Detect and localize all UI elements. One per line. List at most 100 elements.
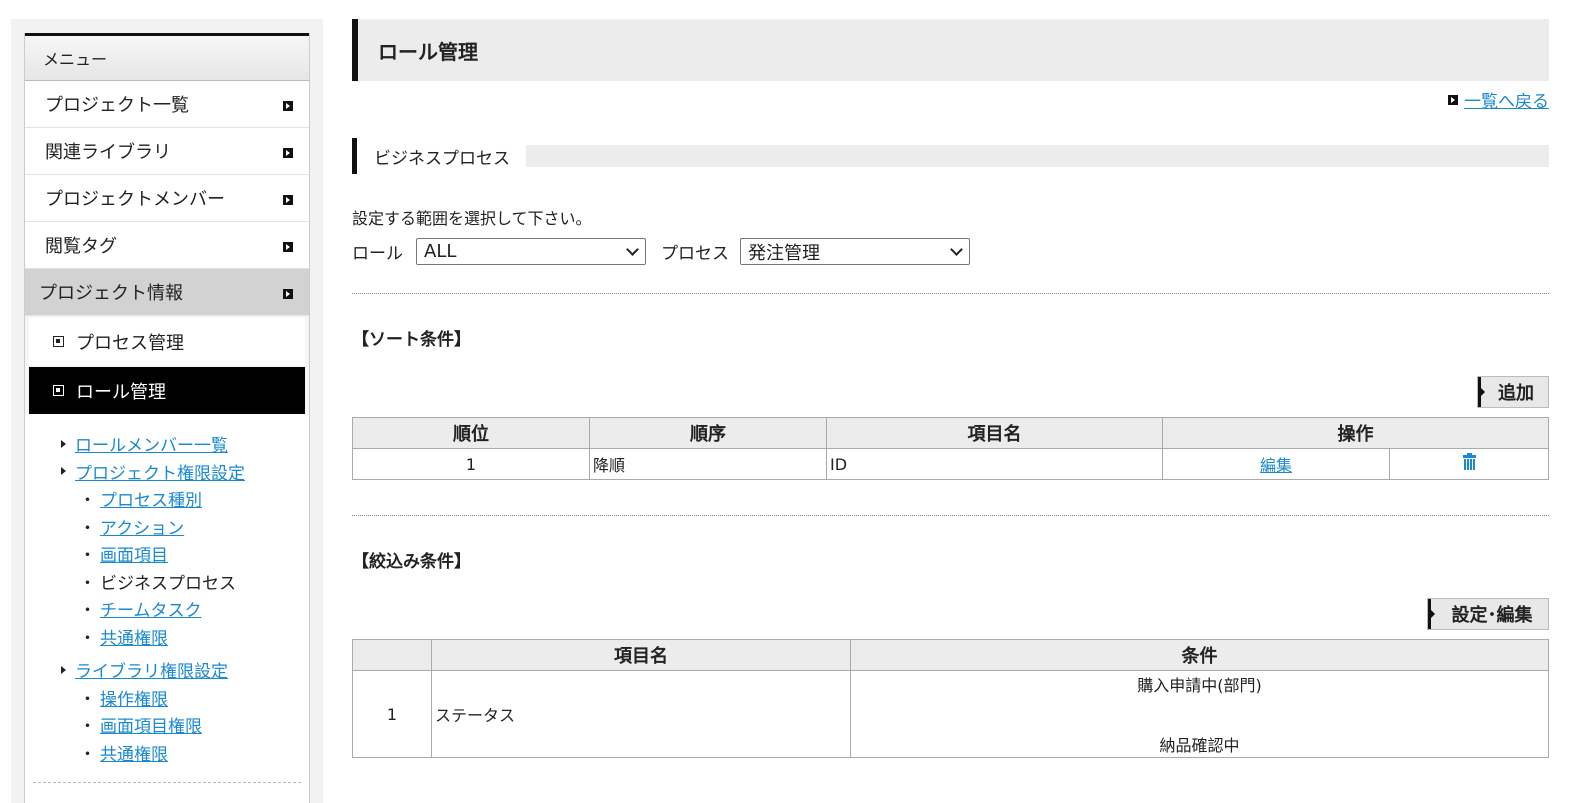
bullet: ・ bbox=[79, 601, 96, 622]
link-row: プロジェクト権限設定 bbox=[61, 458, 309, 486]
trash-icon[interactable] bbox=[1462, 452, 1476, 470]
link-row: ・ 共通権限 bbox=[61, 739, 309, 767]
submenu-item-role-management[interactable]: ロール管理 bbox=[29, 367, 305, 414]
sidebar-item-view-tags[interactable]: 閲覧タグ bbox=[25, 222, 309, 269]
sidebar-item-label: プロジェクトメンバー bbox=[45, 189, 225, 210]
cell-order: 降順 bbox=[589, 448, 827, 480]
cell-no: 1 bbox=[352, 670, 432, 758]
triangle-bullet-icon bbox=[61, 439, 66, 448]
condition-value: 購入申請中(部門) bbox=[1137, 676, 1262, 695]
square-bullet-icon bbox=[53, 336, 64, 347]
sidebar-item-project-list[interactable]: プロジェクト一覧 bbox=[25, 81, 309, 128]
link-row: ・ ビジネスプロセス bbox=[61, 568, 309, 596]
submenu-item-process-management[interactable]: プロセス管理 bbox=[29, 318, 305, 365]
operation-permissions-link[interactable]: 操作権限 bbox=[100, 685, 168, 710]
bullet: ・ bbox=[79, 546, 96, 567]
link-row: ・ チームタスク bbox=[61, 595, 309, 623]
bullet: ・ bbox=[79, 491, 96, 512]
sidebar-item-label: プロジェクト情報 bbox=[39, 283, 183, 304]
project-permissions-link[interactable]: プロジェクト権限設定 bbox=[75, 459, 245, 484]
submenu-item-label: プロセス管理 bbox=[76, 332, 184, 354]
screen-item-permissions-link[interactable]: 画面項目権限 bbox=[100, 712, 202, 737]
chevron-down-icon bbox=[950, 242, 963, 256]
settings-edit-button-label: 設定･編集 bbox=[1451, 605, 1533, 626]
sidebar-item-project-info[interactable]: プロジェクト情報 bbox=[25, 269, 309, 316]
bullet: ・ bbox=[79, 689, 96, 710]
sort-table: 順位 順序 項目名 操作 1 降順 ID 編集 bbox=[352, 417, 1549, 480]
filter-table: 項目名 条件 1 ステータス 購入申請中(部門) 納品確認中 bbox=[352, 639, 1549, 758]
arrow-square-icon bbox=[283, 195, 293, 205]
link-row: ・ プロセス種別 bbox=[61, 485, 309, 513]
link-row: ロールメンバー一覧 bbox=[61, 430, 309, 458]
divider bbox=[352, 293, 1549, 294]
bullet: ・ bbox=[79, 744, 96, 765]
col-item: 項目名 bbox=[431, 639, 851, 671]
sidebar-item-label: プロジェクト一覧 bbox=[45, 95, 189, 116]
cell-item: ID bbox=[826, 448, 1163, 480]
section-fill bbox=[526, 145, 1549, 167]
sidebar: メニュー プロジェクト一覧 関連ライブラリ プロジェクトメンバー 閲覧タグ プロ… bbox=[24, 33, 310, 803]
section-header: ビジネスプロセス bbox=[352, 138, 1549, 174]
page-title: ロール管理 bbox=[352, 19, 1549, 81]
sidebar-links: ロールメンバー一覧 プロジェクト権限設定 ・ プロセス種別 ・ アクション ・ … bbox=[25, 414, 309, 766]
library-permissions-link[interactable]: ライブラリ権限設定 bbox=[75, 657, 228, 682]
square-bullet-icon bbox=[53, 385, 64, 396]
cell-item: ステータス bbox=[431, 670, 851, 758]
col-order: 順序 bbox=[589, 417, 827, 449]
process-label: プロセス bbox=[661, 244, 729, 264]
divider bbox=[352, 515, 1549, 516]
role-select[interactable]: ALL bbox=[416, 238, 646, 265]
link-row: ライブラリ権限設定 bbox=[61, 656, 309, 684]
arrow-square-icon bbox=[283, 242, 293, 252]
col-no bbox=[352, 639, 432, 671]
link-row: ・ 画面項目 bbox=[61, 540, 309, 568]
link-row: ・ 画面項目権限 bbox=[61, 711, 309, 739]
edit-link[interactable]: 編集 bbox=[1260, 456, 1292, 475]
chevron-down-icon bbox=[626, 242, 639, 256]
settings-edit-button[interactable]: 設定･編集 bbox=[1427, 598, 1549, 630]
link-row: ・ アクション bbox=[61, 513, 309, 541]
bullet: ・ bbox=[79, 628, 96, 649]
cell-condition: 購入申請中(部門) 納品確認中 bbox=[850, 670, 1549, 758]
role-label: ロール bbox=[352, 244, 403, 264]
library-common-permissions-link[interactable]: 共通権限 bbox=[100, 740, 168, 765]
arrow-square-icon bbox=[1448, 94, 1458, 105]
add-button-label: 追加 bbox=[1498, 383, 1534, 404]
common-permissions-link[interactable]: 共通権限 bbox=[100, 624, 168, 649]
col-item: 項目名 bbox=[826, 417, 1163, 449]
button-arrow-icon bbox=[1431, 610, 1435, 618]
col-rank: 順位 bbox=[352, 417, 590, 449]
table-header-row: 項目名 条件 bbox=[352, 639, 1549, 671]
submenu: プロセス管理 ロール管理 bbox=[25, 316, 309, 414]
sidebar-item-label: 関連ライブラリ bbox=[45, 142, 171, 163]
instruction-text: 設定する範囲を選択して下さい。 bbox=[352, 209, 592, 228]
sidebar-item-related-library[interactable]: 関連ライブラリ bbox=[25, 128, 309, 175]
table-row: 1 ステータス 購入申請中(部門) 納品確認中 bbox=[352, 670, 1549, 758]
add-button[interactable]: 追加 bbox=[1477, 376, 1549, 408]
process-select-value: 発注管理 bbox=[748, 242, 820, 264]
role-select-value: ALL bbox=[424, 241, 457, 262]
menu-header: メニュー bbox=[25, 33, 309, 81]
button-arrow-icon bbox=[1481, 388, 1485, 396]
submenu-item-label: ロール管理 bbox=[76, 381, 166, 403]
condition-value: 納品確認中 bbox=[1159, 736, 1240, 755]
sidebar-item-project-members[interactable]: プロジェクトメンバー bbox=[25, 175, 309, 222]
process-type-link[interactable]: プロセス種別 bbox=[100, 486, 202, 511]
screen-items-link[interactable]: 画面項目 bbox=[100, 541, 168, 566]
link-row: ・ 共通権限 bbox=[61, 623, 309, 651]
col-condition: 条件 bbox=[850, 639, 1549, 671]
table-row: 1 降順 ID 編集 bbox=[352, 448, 1549, 480]
col-operation: 操作 bbox=[1162, 417, 1549, 449]
role-members-link[interactable]: ロールメンバー一覧 bbox=[75, 431, 228, 456]
arrow-square-icon bbox=[283, 289, 293, 299]
action-link[interactable]: アクション bbox=[100, 514, 184, 539]
team-task-link[interactable]: チームタスク bbox=[100, 596, 202, 621]
sidebar-item-label: 閲覧タグ bbox=[45, 236, 117, 257]
back-to-list-link[interactable]: 一覧へ戻る bbox=[1464, 87, 1549, 112]
section-title: ビジネスプロセス bbox=[357, 143, 526, 169]
link-row: ・ 操作権限 bbox=[61, 684, 309, 712]
table-header-row: 順位 順序 項目名 操作 bbox=[352, 417, 1549, 449]
process-select[interactable]: 発注管理 bbox=[740, 238, 970, 265]
back-link-row: 一覧へ戻る bbox=[1448, 87, 1549, 112]
cell-edit: 編集 bbox=[1162, 448, 1390, 480]
